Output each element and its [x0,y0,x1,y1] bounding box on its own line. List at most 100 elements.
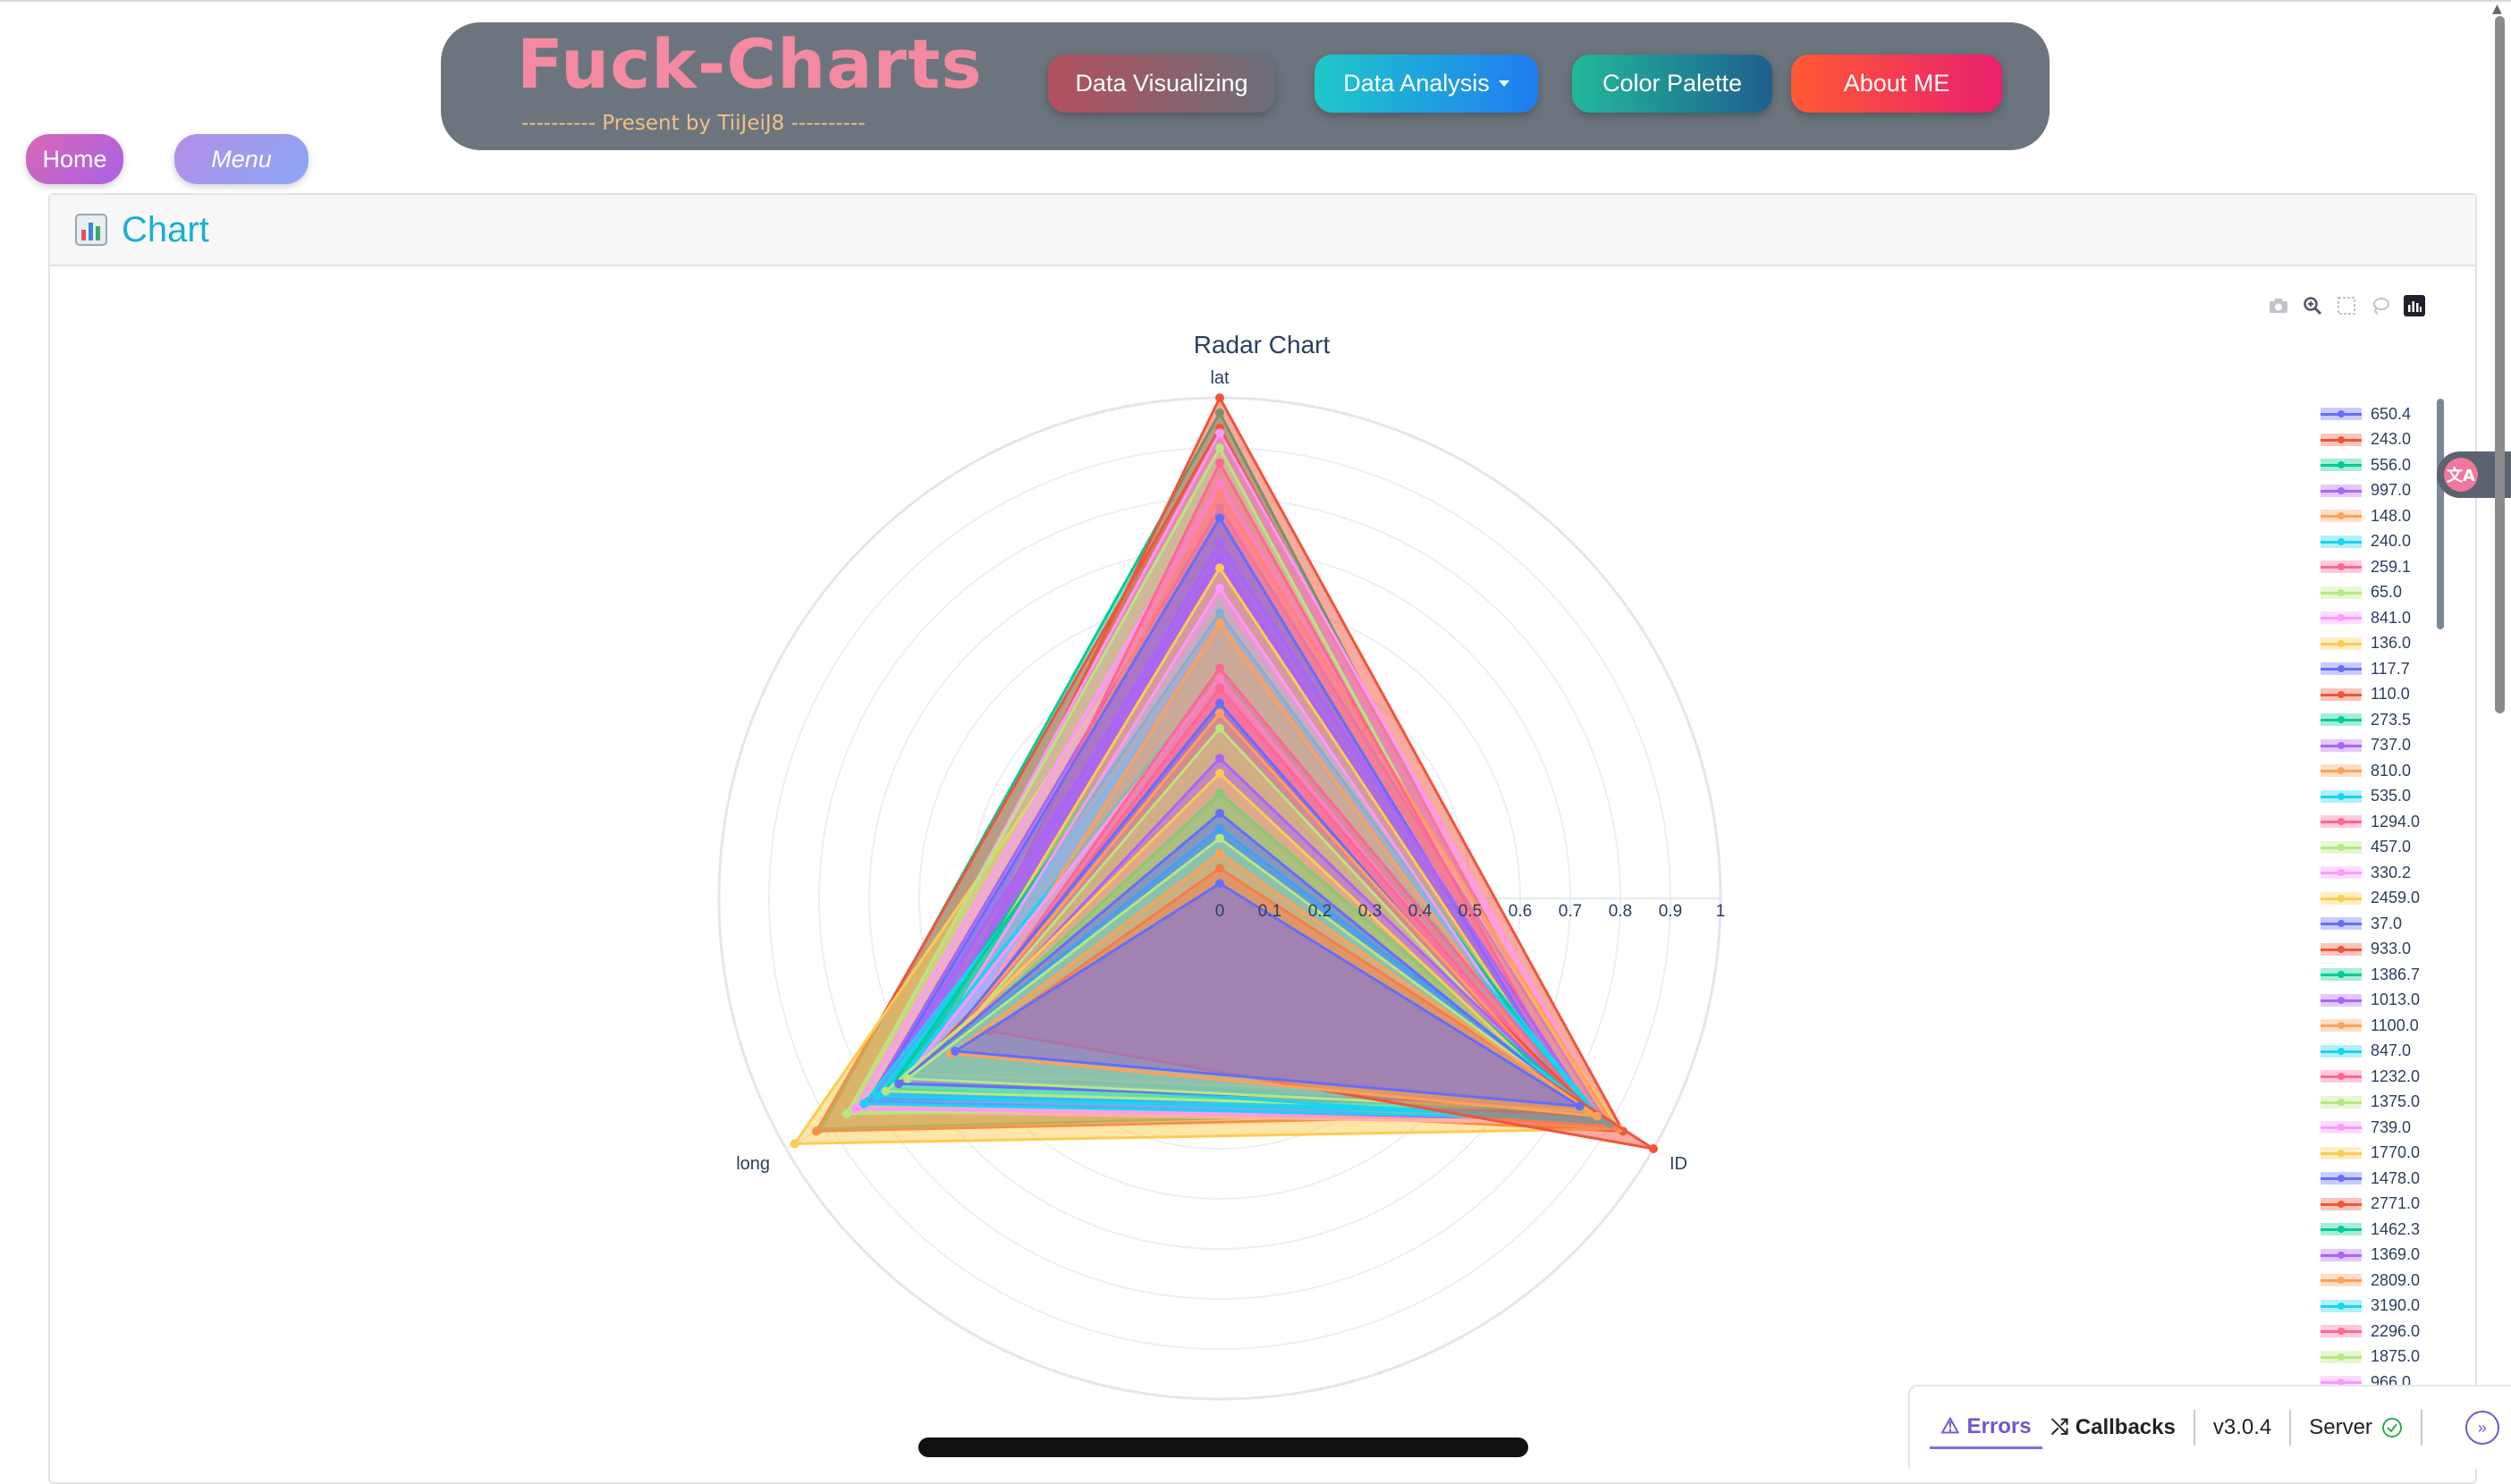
legend-item[interactable]: 2459.0 [2321,886,2446,912]
legend-swatch [2321,662,2362,676]
legend-item[interactable]: 273.5 [2321,707,2446,733]
callbacks-tab[interactable]: ⤭ Callbacks [2051,1415,2176,1440]
legend-label: 1478.0 [2371,1168,2421,1187]
chart-title: Radar Chart [1193,331,1331,358]
legend-label: 933.0 [2371,940,2412,958]
legend-item[interactable]: 1375.0 [2321,1090,2446,1116]
radar-point[interactable] [1215,443,1224,452]
radar-point[interactable] [951,1046,960,1056]
legend-label: 1369.0 [2371,1245,2421,1264]
zoom-icon[interactable] [2302,295,2323,316]
radial-tick-label: 0.5 [1458,902,1482,921]
errors-tab[interactable]: ⚠ Errors [1930,1407,2042,1449]
radar-point[interactable] [1215,723,1224,733]
radar-point[interactable] [1215,513,1224,523]
legend-item[interactable]: 148.0 [2321,503,2446,529]
chart-legend: 650.4 243.0 556.0 997.0 148.0 240.0 259.1 65.0 8… [2321,401,2446,1385]
legend-item[interactable]: 556.0 [2321,452,2446,478]
legend-label: 737.0 [2371,736,2412,755]
legend-item[interactable]: 136.0 [2321,631,2446,657]
legend-item[interactable]: 1478.0 [2321,1166,2446,1192]
radar-point[interactable] [881,1086,891,1096]
radar-point[interactable] [1215,833,1224,843]
radar-point[interactable] [1215,879,1224,889]
legend-scrollbar[interactable] [2437,399,2444,629]
radar-point[interactable] [859,1099,869,1109]
legend-item[interactable]: 110.0 [2321,682,2446,708]
legend-swatch [2321,611,2362,625]
legend-swatch [2321,1197,2362,1210]
legend-label: 2459.0 [2371,889,2421,907]
lasso-select-icon[interactable] [2370,295,2391,316]
legend-item[interactable]: 1013.0 [2321,988,2446,1014]
radar-point[interactable] [1215,769,1224,778]
radar-point[interactable] [902,1074,912,1083]
legend-item[interactable]: 1232.0 [2321,1064,2446,1090]
plotly-logo-icon[interactable] [2404,295,2425,316]
legend-item[interactable]: 1386.7 [2321,962,2446,988]
radar-point[interactable] [1215,428,1224,438]
radar-point[interactable] [1592,1111,1602,1121]
legend-item[interactable]: 1100.0 [2321,1013,2446,1039]
legend-item[interactable]: 810.0 [2321,758,2446,784]
radar-point[interactable] [1575,1101,1585,1111]
legend-item[interactable]: 1294.0 [2321,809,2446,835]
radar-point[interactable] [1215,708,1224,718]
radar-point[interactable] [841,1109,851,1118]
radar-point[interactable] [1215,683,1224,693]
collapse-debug-icon[interactable]: » [2464,1411,2499,1445]
radar-point[interactable] [850,1104,860,1114]
legend-item[interactable]: 1875.0 [2321,1345,2446,1370]
radar-point[interactable] [1215,848,1224,858]
radar-point[interactable] [1215,754,1224,763]
box-select-icon[interactable] [2336,295,2357,316]
radar-point[interactable] [1215,583,1224,593]
legend-item[interactable]: 997.0 [2321,478,2446,504]
legend-item[interactable]: 739.0 [2321,1115,2446,1141]
legend-item[interactable]: 1770.0 [2321,1141,2446,1167]
legend-item[interactable]: 457.0 [2321,835,2446,861]
legend-item[interactable]: 737.0 [2321,733,2446,759]
legend-item[interactable]: 841.0 [2321,605,2446,631]
radar-point[interactable] [872,1092,882,1101]
legend-item[interactable]: 650.4 [2321,401,2446,427]
radar-point[interactable] [790,1139,799,1149]
legend-item[interactable]: 240.0 [2321,529,2446,555]
legend-item[interactable]: 65.0 [2321,580,2446,606]
legend-item[interactable]: 1462.3 [2321,1217,2446,1243]
divider [2193,1410,2195,1446]
legend-item[interactable]: 847.0 [2321,1039,2446,1065]
radar-point[interactable] [1215,538,1224,548]
legend-item[interactable]: 2771.0 [2321,1192,2446,1218]
radar-point[interactable] [1648,1144,1658,1153]
legend-item[interactable]: 117.7 [2321,656,2446,682]
radar-point[interactable] [1215,393,1224,402]
radar-point[interactable] [1215,553,1224,563]
legend-item[interactable]: 966.0 [2321,1370,2446,1385]
radar-point[interactable] [1215,698,1224,708]
radar-point[interactable] [1215,663,1224,673]
radar-point[interactable] [1215,458,1224,468]
radial-tick-label: 0 [1215,902,1225,921]
radial-tick-label: 0.2 [1308,902,1332,921]
legend-item[interactable]: 535.0 [2321,784,2446,810]
radar-point[interactable] [894,1079,904,1089]
camera-icon[interactable] [2268,295,2289,316]
legend-item[interactable]: 1369.0 [2321,1243,2446,1269]
legend-swatch [2321,917,2362,931]
radar-point[interactable] [1215,619,1224,628]
radial-tick-label: 0.7 [1559,902,1582,921]
radar-point[interactable] [1215,563,1224,573]
page-scrollbar[interactable] [2495,16,2505,713]
legend-item[interactable]: 2296.0 [2321,1319,2446,1345]
legend-item[interactable]: 243.0 [2321,427,2446,453]
legend-item[interactable]: 933.0 [2321,937,2446,963]
legend-label: 2296.0 [2371,1321,2421,1340]
legend-item[interactable]: 3190.0 [2321,1294,2446,1320]
radar-point[interactable] [1215,808,1224,818]
scroll-up-arrow-icon[interactable]: ▲ [2492,2,2502,16]
legend-item[interactable]: 2809.0 [2321,1268,2446,1294]
legend-item[interactable]: 330.2 [2321,860,2446,886]
legend-item[interactable]: 37.0 [2321,911,2446,937]
legend-item[interactable]: 259.1 [2321,554,2446,580]
